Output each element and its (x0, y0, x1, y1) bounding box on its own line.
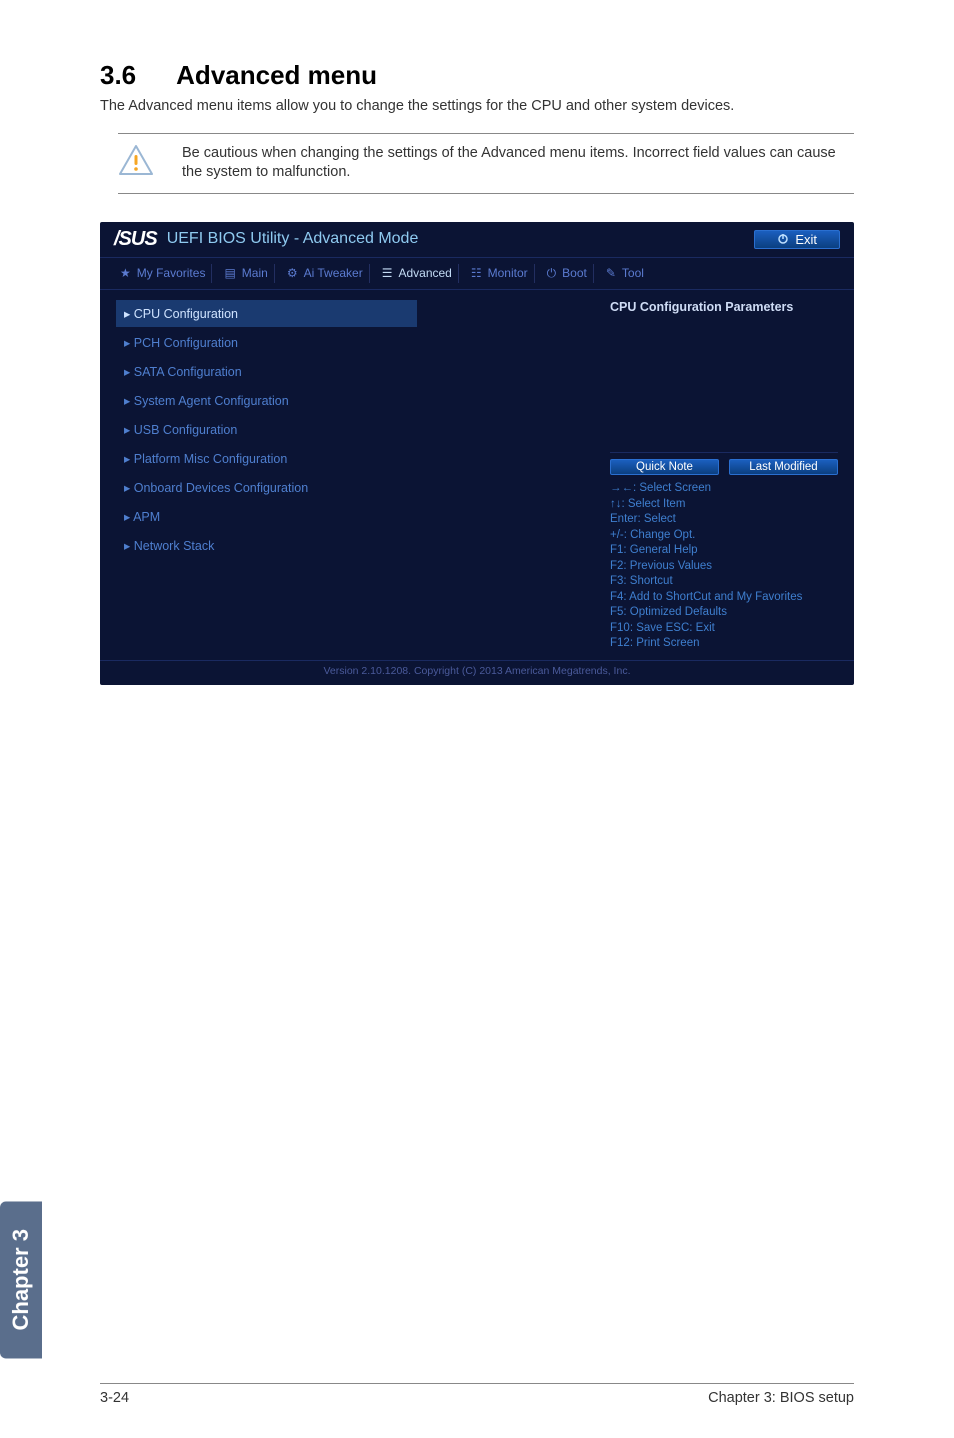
exit-label: Exit (795, 232, 817, 247)
help-title: CPU Configuration Parameters (610, 300, 838, 314)
key-help-list: →←: Select Screen ↑↓: Select Item Enter:… (610, 481, 838, 652)
keyhelp-line: F5: Optimized Defaults (610, 605, 838, 621)
star-icon: ★ (120, 266, 131, 280)
tab-favorites[interactable]: ★ My Favorites (114, 264, 212, 283)
item-pch-configuration[interactable]: ▸ PCH Configuration (116, 329, 602, 356)
keyhelp-line: F12: Print Screen (610, 636, 838, 652)
tab-boot[interactable]: ⏻ Boot (541, 264, 594, 283)
note-divider (118, 193, 854, 194)
item-cpu-label: CPU Configuration (134, 307, 238, 321)
item-pch-label: PCH Configuration (134, 336, 238, 350)
item-cpu-configuration[interactable]: ▸ CPU Configuration (116, 300, 417, 327)
last-modified-button[interactable]: Last Modified (729, 459, 838, 475)
item-usb-label: USB Configuration (134, 423, 238, 437)
tab-advanced-label: Advanced (398, 266, 451, 280)
bios-title: UEFI BIOS Utility - Advanced Mode (167, 230, 419, 248)
tab-favorites-label: My Favorites (137, 266, 206, 280)
item-onboard-label: Onboard Devices Configuration (134, 481, 308, 495)
tab-tweaker[interactable]: ⚙ Ai Tweaker (281, 264, 370, 283)
tab-monitor[interactable]: ☷ Monitor (465, 264, 535, 283)
list-icon: ▤ (224, 266, 235, 280)
item-system-agent-configuration[interactable]: ▸ System Agent Configuration (116, 387, 602, 414)
keyhelp-line: F1: General Help (610, 543, 838, 559)
tab-tool-label: Tool (622, 266, 644, 280)
tweaker-icon: ⚙ (287, 266, 298, 280)
keyhelp-line: F2: Previous Values (610, 559, 838, 575)
advanced-icon: ☰ (382, 266, 393, 280)
tab-tool[interactable]: ✎ Tool (600, 264, 650, 283)
item-apm-label: APM (133, 510, 160, 524)
exit-button[interactable]: Exit (754, 230, 840, 249)
keyhelp-line: F4: Add to ShortCut and My Favorites (610, 590, 838, 606)
section-title: Advanced menu (176, 60, 377, 90)
page-footer-title: Chapter 3: BIOS setup (708, 1390, 854, 1406)
keyhelp-line: F10: Save ESC: Exit (610, 621, 838, 637)
tool-icon: ✎ (606, 266, 616, 280)
item-platform-misc-configuration[interactable]: ▸ Platform Misc Configuration (116, 445, 602, 472)
item-misc-label: Platform Misc Configuration (134, 452, 288, 466)
bios-titlebar: /SUS UEFI BIOS Utility - Advanced Mode E… (100, 222, 854, 258)
tab-main[interactable]: ▤ Main (218, 264, 274, 283)
keyhelp-line: Enter: Select (610, 512, 838, 528)
bios-footer: Version 2.10.1208. Copyright (C) 2013 Am… (100, 660, 854, 685)
tab-tweaker-label: Ai Tweaker (304, 266, 363, 280)
bios-menu-list: ▸ CPU Configuration ▸ PCH Configuration … (100, 290, 602, 660)
section-number: 3.6 (100, 60, 136, 90)
quick-note-button[interactable]: Quick Note (610, 459, 719, 475)
monitor-icon: ☷ (471, 266, 482, 280)
chapter-side-tab: Chapter 3 (0, 1201, 42, 1358)
warning-icon (118, 144, 154, 176)
keyhelp-line: →←: Select Screen (610, 481, 838, 497)
bios-tab-bar: ★ My Favorites ▤ Main ⚙ Ai Tweaker ☰ Adv… (100, 258, 854, 290)
note-callout: Be cautious when changing the settings o… (118, 133, 854, 193)
tab-monitor-label: Monitor (488, 266, 528, 280)
item-apm[interactable]: ▸ APM (116, 503, 602, 530)
item-net-label: Network Stack (134, 539, 215, 553)
power-icon (777, 233, 789, 245)
note-text: Be cautious when changing the settings o… (182, 144, 854, 183)
tab-advanced[interactable]: ☰ Advanced (376, 264, 459, 283)
bios-window: /SUS UEFI BIOS Utility - Advanced Mode E… (100, 222, 854, 685)
section-description: The Advanced menu items allow you to cha… (100, 97, 854, 117)
page-footer: 3-24 Chapter 3: BIOS setup (100, 1383, 854, 1406)
keyhelp-line: +/-: Change Opt. (610, 528, 838, 544)
item-sa-label: System Agent Configuration (134, 394, 289, 408)
asus-logo: /SUS (114, 228, 157, 251)
tab-boot-label: Boot (562, 266, 587, 280)
bios-help-panel: CPU Configuration Parameters Quick Note … (602, 290, 854, 660)
keyhelp-line: ↑↓: Select Item (610, 497, 838, 513)
keyhelp-line: F3: Shortcut (610, 574, 838, 590)
boot-icon: ⏻ (547, 266, 557, 281)
item-sata-configuration[interactable]: ▸ SATA Configuration (116, 358, 602, 385)
item-usb-configuration[interactable]: ▸ USB Configuration (116, 416, 602, 443)
tab-main-label: Main (242, 266, 268, 280)
section-heading: 3.6 Advanced menu (100, 60, 854, 91)
item-network-stack[interactable]: ▸ Network Stack (116, 532, 602, 559)
item-onboard-devices-configuration[interactable]: ▸ Onboard Devices Configuration (116, 474, 602, 501)
page-number: 3-24 (100, 1390, 129, 1406)
item-sata-label: SATA Configuration (134, 365, 242, 379)
